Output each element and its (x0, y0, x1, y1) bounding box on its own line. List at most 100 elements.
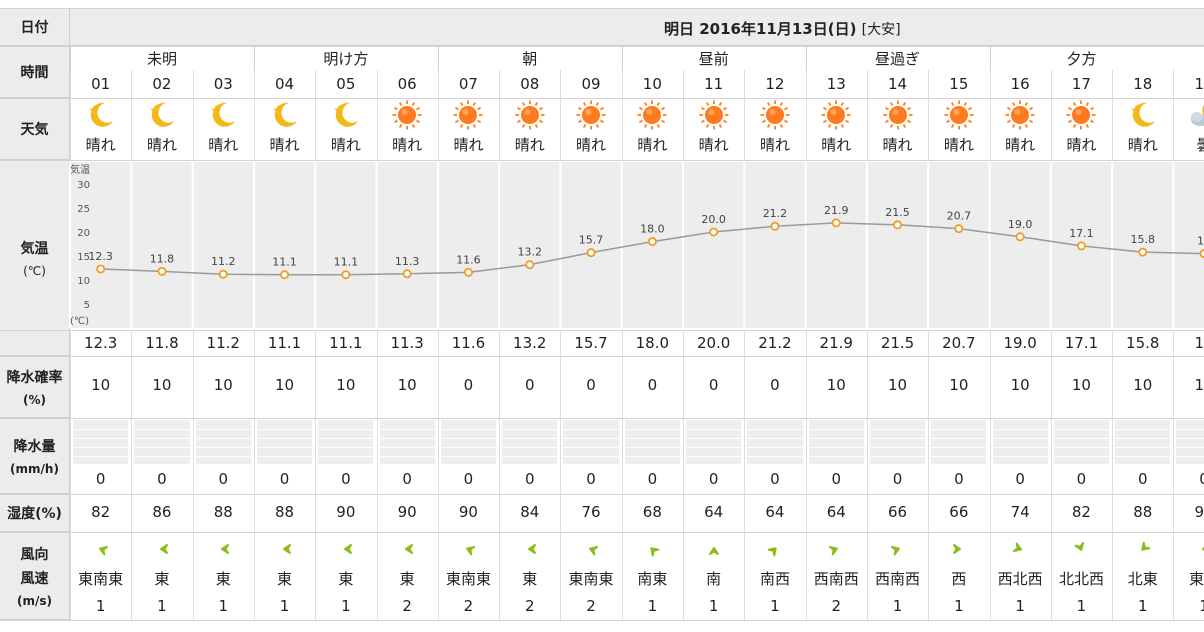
rain-amount-value: 0 (892, 470, 903, 488)
humidity-value: 90 (458, 503, 478, 521)
wind-speed-value: 1 (892, 597, 903, 615)
rain-amount-value: 0 (1137, 470, 1148, 488)
wind-direction-label: 西南西 (813, 569, 859, 588)
rain-amount-gridline (1115, 429, 1171, 430)
rain-amount-value: 0 (524, 470, 535, 488)
rain-amount-gridline (256, 438, 313, 439)
temperature-point (157, 266, 167, 276)
temp-value: 15.8 (1126, 334, 1160, 352)
humidity-value: 82 (1071, 503, 1091, 521)
humidity-value: 82 (91, 503, 111, 521)
rain-amount-gridline (134, 447, 190, 448)
rain-amount-gridline (440, 456, 497, 457)
rain-amount-gridline (379, 438, 435, 439)
rain-amount-gridline (1115, 438, 1171, 439)
rain-amount-gridline (992, 438, 1048, 439)
weather-label: 晴れ (759, 135, 790, 154)
rain-amount-gridline (1053, 438, 1110, 439)
temperature-point-label: 11.2 (211, 255, 236, 268)
humidity-value: 88 (1133, 503, 1153, 521)
sun-icon (514, 99, 546, 131)
wind-direction-label: 西北西 (997, 569, 1043, 588)
temperature-point (709, 227, 719, 237)
y-tick-label: 20 (77, 228, 90, 239)
rain-amount-gridline (256, 429, 313, 430)
sun-icon (943, 99, 975, 131)
rain-prob-value: 0 (770, 376, 780, 394)
wind-speed-value: 1 (279, 597, 290, 615)
rain-amount-gridline (1176, 429, 1204, 430)
rain-amount-value: 0 (831, 470, 842, 488)
temperature-point (770, 221, 780, 231)
rain-amount-value: 0 (218, 470, 229, 488)
sun-icon (698, 99, 730, 131)
sun-icon (820, 99, 852, 131)
rain-amount-gridline (808, 438, 864, 439)
rain-amount-value: 0 (954, 470, 964, 488)
wind-direction-arrow-icon (582, 540, 600, 558)
weather-label: 晴れ (882, 135, 913, 154)
wind-speed-value: 2 (463, 597, 474, 615)
wind-direction-label: 南東 (637, 569, 668, 588)
rain-amount-gridline (256, 456, 313, 457)
rain-amount-gridline (256, 447, 313, 448)
rain-amount-gridline (134, 438, 190, 439)
wind-direction-label: 東 (522, 569, 538, 588)
rain-amount-value: 0 (1173, 467, 1204, 491)
temperature-point-label: 17.1 (1069, 227, 1094, 240)
rain-amount-value: 0 (463, 470, 474, 488)
rain-amount-gridline (563, 429, 619, 430)
wind-speed-value: 1 (1015, 597, 1025, 615)
rain-amount-gridline (624, 438, 680, 439)
table-top-border (0, 8, 1204, 9)
hour-label: 08 (520, 75, 540, 93)
rain-amount-gridline (1053, 456, 1110, 457)
rain-amount-gridline (747, 429, 803, 430)
y-tick-label: 25 (77, 204, 90, 215)
cloud-moon-icon (1188, 99, 1204, 131)
y-tick-label: 5 (84, 300, 90, 311)
wind-speed-value: 1 (341, 597, 351, 615)
sun-icon (1065, 99, 1097, 131)
hour-label: 09 (581, 75, 601, 93)
weather-label: 晴れ (698, 135, 729, 154)
weather-forecast-table: 日付 時間 天気 気温 (℃) 降水確率 (%) 降水量 (mm/h) 湿度(%… (0, 0, 1204, 632)
rain-amount-gridline (73, 447, 129, 448)
rain-prob-value: 10 (274, 376, 295, 394)
wind-direction-arrow-icon (1072, 540, 1090, 558)
moon-icon (330, 99, 362, 131)
wind-direction-arrow-icon (459, 540, 477, 558)
wind-direction-label: 南 (706, 569, 722, 588)
wind-speed-value: 1 (954, 597, 964, 615)
temp-value: 15 (1194, 334, 1204, 352)
rain-amount-gridline (440, 429, 497, 430)
temperature-point (463, 267, 473, 277)
rain-amount-bar-area (379, 420, 435, 464)
rain-amount-gridline (195, 429, 251, 430)
weather-label: 晴れ (269, 135, 300, 154)
rain-amount-bar-area (318, 420, 374, 464)
temperature-point-label: 11.6 (456, 253, 481, 266)
row-divider (0, 418, 1204, 419)
rain-amount-gridline (563, 447, 619, 448)
wind-speed-value: 1 (95, 597, 106, 615)
temperature-point-label: 20.0 (701, 213, 726, 226)
period-label: 未明 (146, 49, 177, 68)
rain-prob-value: 0 (586, 376, 596, 394)
temperature-point-label: 15 (1197, 235, 1204, 248)
weather-label: 晴れ (208, 135, 239, 154)
rain-amount-value: 0 (770, 470, 780, 488)
rain-amount-gridline (502, 429, 558, 430)
hour-label: 04 (274, 75, 295, 93)
rain-amount-gridline (1053, 429, 1110, 430)
wind-direction-label: 東南東 (445, 569, 491, 588)
rain-amount-gridline (808, 447, 864, 448)
wind-speed-value: 1 (1173, 594, 1204, 618)
rain-amount-gridline (686, 429, 742, 430)
rain-amount-bar-area (1115, 420, 1171, 464)
wind-direction-arrow-icon (92, 540, 110, 558)
temp-value: 11.2 (206, 334, 240, 352)
wind-speed-value: 2 (402, 597, 412, 615)
humidity-value: 64 (765, 503, 785, 521)
temperature-point-label: 20.7 (947, 210, 972, 223)
